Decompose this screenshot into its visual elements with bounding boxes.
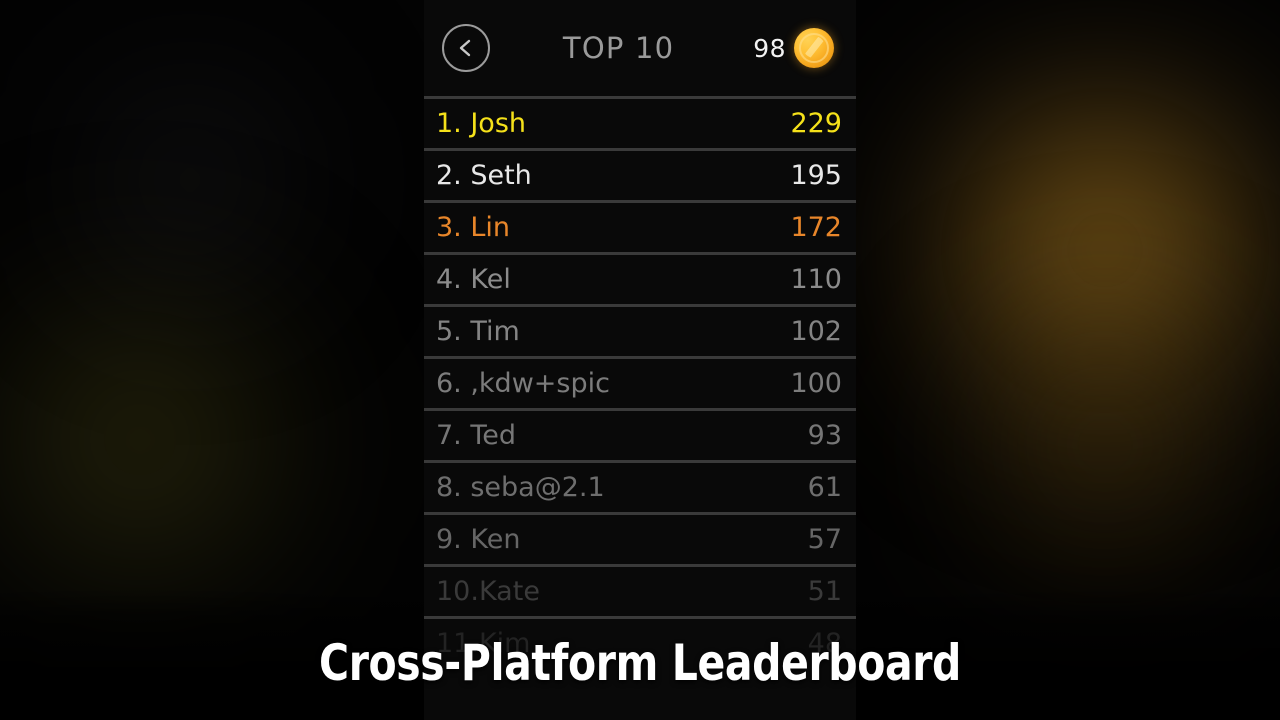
row-rank: 3.: [436, 212, 471, 243]
glow-left-olive: [0, 250, 350, 630]
row-rank-name: 3. Lin: [436, 212, 790, 243]
leaderboard-list: 1. Josh 229 2. Seth 195 3. Lin 172 4. Kel 110 5.…: [424, 96, 856, 668]
back-button[interactable]: [442, 24, 490, 72]
row-player-name: ,kdw+spic: [470, 368, 610, 399]
coin-counter[interactable]: 98: [753, 28, 834, 68]
row-player-name: Kate: [478, 576, 540, 607]
row-player-name: Ken: [470, 524, 521, 555]
row-score: 100: [790, 368, 842, 399]
row-rank-name: 2. Seth: [436, 160, 790, 191]
glow-left-dim: [40, 30, 340, 330]
row-rank: 2.: [436, 160, 471, 191]
row-player-name: Josh: [470, 108, 527, 139]
row-rank: 6.: [436, 368, 471, 399]
screen-root: TOP 10 98 1. Josh 229 2. Seth 195 3. Lin 172 4…: [0, 0, 1280, 720]
leaderboard-row[interactable]: 1. Josh 229: [424, 96, 856, 148]
row-rank-name: 8. seba@2.1: [436, 472, 808, 503]
leaderboard-row[interactable]: 10.Kate 51: [424, 564, 856, 616]
row-score: 229: [790, 108, 842, 139]
leaderboard-row[interactable]: 4. Kel 110: [424, 252, 856, 304]
top-bar: TOP 10 98: [424, 0, 856, 96]
row-player-name: Seth: [470, 160, 532, 191]
row-rank: 9.: [436, 524, 471, 555]
row-rank: 1.: [436, 108, 471, 139]
leaderboard-row[interactable]: 3. Lin 172: [424, 200, 856, 252]
leaderboard-panel: TOP 10 98 1. Josh 229 2. Seth 195 3. Lin 172 4…: [424, 0, 856, 720]
row-rank-name: 4. Kel: [436, 264, 790, 295]
row-rank-name: 6. ,kdw+spic: [436, 368, 790, 399]
row-player-name: Lin: [470, 212, 510, 243]
glow-right-amber: [890, 40, 1280, 460]
row-score: 51: [807, 576, 842, 607]
leaderboard-row[interactable]: 9. Ken 57: [424, 512, 856, 564]
row-rank-name: 10.Kate: [436, 576, 808, 607]
coin-icon: [794, 28, 834, 68]
row-rank-name: 1. Josh: [436, 108, 790, 139]
page-title: TOP 10: [562, 31, 675, 65]
row-player-name: Ted: [470, 420, 516, 451]
row-score: 195: [790, 160, 842, 191]
caption-overlay: Cross-Platform Leaderboard: [319, 634, 961, 692]
row-score: 93: [807, 420, 842, 451]
row-rank: 8.: [436, 472, 471, 503]
row-player-name: Tim: [470, 316, 520, 347]
leaderboard-row[interactable]: 8. seba@2.1 61: [424, 460, 856, 512]
row-score: 172: [790, 212, 842, 243]
coin-count-label: 98: [753, 33, 786, 63]
row-rank: 10.: [436, 576, 479, 607]
row-rank: 5.: [436, 316, 471, 347]
row-score: 102: [790, 316, 842, 347]
row-rank-name: 9. Ken: [436, 524, 808, 555]
row-rank-name: 5. Tim: [436, 316, 790, 347]
leaderboard-row[interactable]: 5. Tim 102: [424, 304, 856, 356]
row-score: 57: [807, 524, 842, 555]
leaderboard-row[interactable]: 7. Ted 93: [424, 408, 856, 460]
row-player-name: Kel: [470, 264, 511, 295]
row-rank: 4.: [436, 264, 471, 295]
row-score: 110: [790, 264, 842, 295]
row-player-name: seba@2.1: [470, 472, 605, 503]
chevron-left-icon: [459, 39, 471, 57]
leaderboard-row[interactable]: 2. Seth 195: [424, 148, 856, 200]
glow-right-amber-secondary: [940, 280, 1270, 610]
row-rank-name: 7. Ted: [436, 420, 808, 451]
row-score: 61: [807, 472, 842, 503]
leaderboard-row[interactable]: 6. ,kdw+spic 100: [424, 356, 856, 408]
row-rank: 7.: [436, 420, 471, 451]
